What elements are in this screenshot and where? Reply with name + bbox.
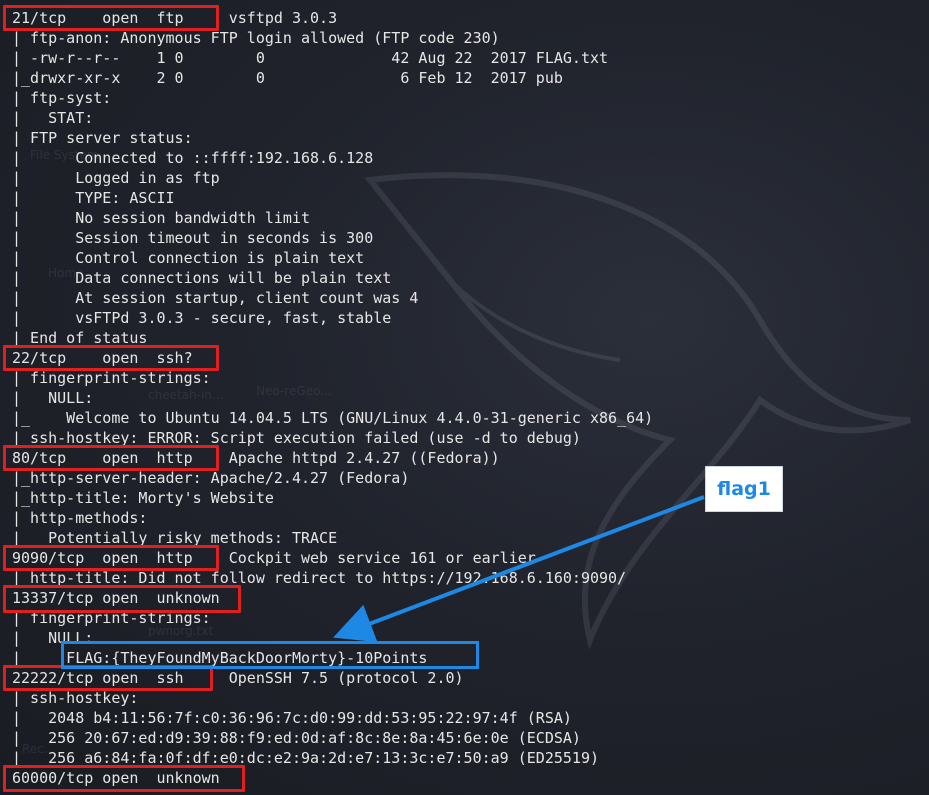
port-22-highlight [3,345,219,371]
terminal-line: |_http-title: Morty's Website [12,489,274,507]
terminal-line: | ssh-hostkey: [12,689,139,707]
port-13337-highlight [3,585,241,613]
terminal-line: |_ Welcome to Ubuntu 14.04.5 LTS (GNU/Li… [12,409,654,427]
terminal-line: | At session startup, client count was 4 [12,289,419,307]
terminal-line: | ftp-syst: [12,89,112,107]
port-9090-highlight [3,545,219,571]
port-60000-highlight [3,765,245,792]
terminal-line: | Control connection is plain text [12,249,365,267]
terminal-line: |_drwxr-xr-x 2 0 0 6 Feb 12 2017 pub [12,69,563,87]
terminal-line: | fingerprint-strings: [12,369,211,387]
port-80-highlight [3,445,219,471]
terminal-line: | FTP server status: [12,129,193,147]
terminal-line: | 2048 b4:11:56:7f:c0:36:96:7c:d0:99:dd:… [12,709,572,727]
port-21-highlight [3,5,219,31]
terminal-line: | 256 20:67:ed:d9:39:88:f9:ed:0d:af:8c:8… [12,729,581,747]
terminal-line: |_http-server-header: Apache/2.4.27 (Fed… [12,469,410,487]
flag-highlight [61,641,479,669]
terminal-line: | STAT: [12,109,94,127]
terminal-line: | TYPE: ASCII [12,189,175,207]
terminal-line: | Connected to ::ffff:192.168.6.128 [12,149,374,167]
terminal-line: | ftp-anon: Anonymous FTP login allowed … [12,29,500,47]
terminal-line: | Session timeout in seconds is 300 [12,229,374,247]
terminal-line: | NULL: [12,389,94,407]
terminal-line: | Data connections will be plain text [12,269,392,287]
terminal-line: | No session bandwidth limit [12,209,311,227]
terminal-line: | vsFTPd 3.0.3 - secure, fast, stable [12,309,392,327]
desktop-background: File System Home cheetah-in... Neo-reGeo… [0,0,929,795]
terminal-line: | Logged in as ftp [12,169,220,187]
terminal-line: | -rw-r--r-- 1 0 0 42 Aug 22 2017 FLAG.t… [12,49,609,67]
flag1-callout: flag1 [705,466,783,512]
terminal-line: | http-methods: [12,509,148,527]
